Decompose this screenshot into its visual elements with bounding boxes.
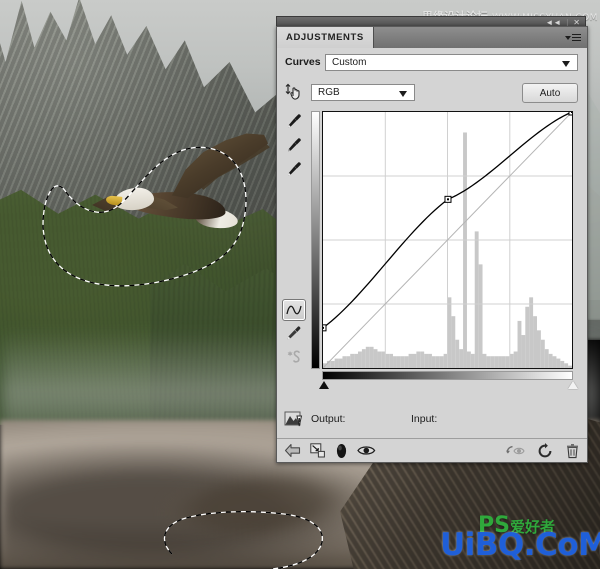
preset-value: Custom	[332, 56, 367, 68]
toggle-layer-visibility-icon[interactable]	[357, 444, 376, 457]
input-gradient-bar	[322, 371, 573, 380]
gray-point-eyedropper-icon[interactable]	[277, 133, 311, 157]
chevron-down-icon	[562, 60, 570, 67]
output-readout: Output:	[311, 413, 411, 425]
curves-grid[interactable]	[322, 111, 573, 369]
view-previous-state-icon[interactable]	[506, 444, 525, 458]
white-point-eyedropper-icon[interactable]	[277, 157, 311, 181]
delete-adjustment-layer-icon[interactable]	[565, 443, 580, 459]
curves-label: Curves	[285, 56, 321, 68]
clip-to-layer-icon[interactable]	[310, 443, 326, 458]
adjustments-panel[interactable]: ADJUSTMENTS Curves Custom RGB Auto Outpu…	[276, 26, 588, 463]
panel-bottom-bar	[277, 438, 587, 462]
channel-value: RGB	[318, 86, 340, 98]
input-label: Input:	[411, 413, 438, 425]
curve-plot[interactable]	[323, 112, 572, 368]
panel-menu-icon[interactable]	[565, 33, 581, 42]
black-point-eyedropper-icon[interactable]	[277, 109, 311, 133]
white-point-marker[interactable]	[568, 381, 578, 389]
black-point-marker[interactable]	[319, 381, 329, 389]
channel-dropdown[interactable]: RGB	[311, 83, 415, 101]
panel-tab-row: ADJUSTMENTS	[277, 27, 587, 48]
bottom-bar-left-group	[284, 443, 376, 459]
tab-adjustments[interactable]: ADJUSTMENTS	[277, 27, 374, 48]
bottom-bar-right-group	[506, 442, 580, 459]
edit-points-curve-icon[interactable]	[282, 299, 306, 321]
on-image-adjust-icon[interactable]	[277, 82, 311, 102]
preset-row: Curves Custom	[277, 48, 587, 76]
output-label: Output:	[311, 413, 346, 425]
input-readout: Input:	[411, 413, 437, 425]
chevron-down-icon	[399, 90, 407, 97]
auto-button[interactable]: Auto	[522, 83, 578, 103]
panel-tab-filler	[373, 27, 587, 48]
return-to-adjustment-list-icon[interactable]	[284, 443, 301, 458]
channel-row: RGB Auto	[277, 77, 587, 107]
pencil-draw-curve-icon[interactable]	[277, 321, 311, 345]
output-gradient-bar	[311, 111, 320, 369]
watermark-uibq: UiBQ.CoM	[440, 527, 600, 563]
curves-tool-column	[277, 109, 311, 399]
readout-row: Output: Input:	[277, 405, 587, 433]
curves-graph[interactable]	[311, 111, 578, 399]
clipping-warning-icon[interactable]	[277, 410, 311, 428]
smooth-curve-icon[interactable]	[277, 345, 311, 369]
screenshot-stage: 思缘设计论坛 WWW.MISSYUAN.COM ◄◄ | ✕ ADJUSTMEN…	[0, 0, 600, 569]
preset-dropdown[interactable]: Custom	[325, 53, 578, 71]
reset-adjustment-icon[interactable]	[537, 442, 553, 459]
toggle-layer-mask-icon[interactable]	[335, 443, 348, 459]
